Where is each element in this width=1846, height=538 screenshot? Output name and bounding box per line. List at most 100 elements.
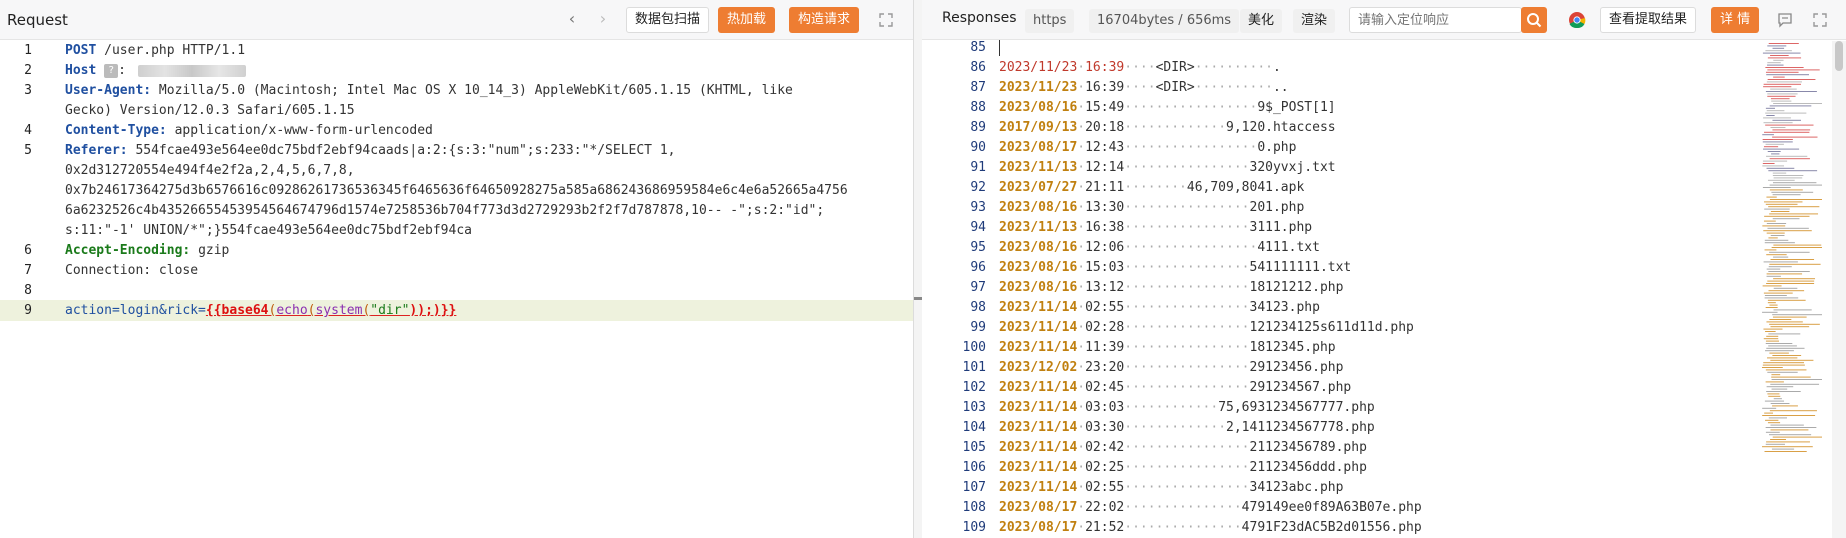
file-date: 2023/11/13 [999, 160, 1078, 175]
hot-load-button[interactable]: 热加载 [718, 7, 776, 33]
file-size: ················21 [1124, 440, 1266, 455]
file-name: 1111111.txt [1265, 260, 1352, 275]
file-date: 2023/11/23 [999, 80, 1078, 95]
file-time: 20:18 [1085, 120, 1125, 135]
file-time: 16:39 [1085, 80, 1125, 95]
file-name: 1234567777.php [1265, 400, 1375, 415]
file-size: ···············479 [1124, 500, 1266, 515]
listing-row: 2023/11/14·02:55················34123abc… [999, 480, 1344, 495]
file-time: 13:30 [1085, 200, 1125, 215]
line-number: 100 [962, 340, 986, 355]
listing-row: 2023/11/14·11:39················1812345.… [999, 340, 1336, 355]
line-number: 8 [24, 283, 32, 298]
line-number: 93 [970, 200, 986, 215]
search-input[interactable] [1350, 8, 1510, 32]
file-name: 121212.php [1265, 280, 1344, 295]
listing-row: 2023/11/13·12:14················320yvxj.… [999, 160, 1336, 175]
file-size: ·················4 [1124, 240, 1266, 255]
forward-arrow-icon[interactable]: › [594, 10, 612, 30]
search-button[interactable] [1521, 7, 1547, 33]
file-size: ················31 [1124, 220, 1266, 235]
scrollbar[interactable] [1832, 41, 1846, 538]
file-time: 12:43 [1085, 140, 1125, 155]
file-time: 12:06 [1085, 240, 1125, 255]
file-date: 2023/08/16 [999, 100, 1078, 115]
file-size: ···············479 [1124, 520, 1266, 535]
file-date: 2023/08/17 [999, 140, 1078, 155]
file-date: 2023/11/14 [999, 380, 1078, 395]
file-name: 111.txt [1265, 240, 1320, 255]
line-number: 2 [24, 63, 32, 78]
file-size: ················21 [1124, 460, 1266, 475]
user-agent-header-cont: Gecko) Version/12.0.3 Safari/605.1.15 [65, 103, 355, 118]
file-name: 0yvxj.txt [1265, 160, 1336, 175]
line-number: 5 [24, 143, 32, 158]
listing-row: 2023/11/23·16:39····<DIR>··········. [999, 60, 1281, 75]
line-number: 4 [24, 123, 32, 138]
file-size: ················34 [1124, 300, 1266, 315]
scrollbar-thumb[interactable] [1835, 41, 1843, 71]
file-date: 2023/11/14 [999, 340, 1078, 355]
file-date: 2023/12/02 [999, 360, 1078, 375]
line-number: 7 [24, 263, 32, 278]
listing-row: 2023/11/14·02:28················12123412… [999, 320, 1414, 335]
file-size: ················18 [1124, 280, 1266, 295]
listing-row: 2023/08/16·12:06·················4111.tx… [999, 240, 1320, 255]
user-agent-header: User-Agent: Mozilla/5.0 (Macintosh; Inte… [65, 83, 793, 98]
line-number: 95 [970, 240, 986, 255]
request-toolbar: Request ‹ › 数据包扫描 热加载 构造请求 [0, 0, 913, 40]
request-editor[interactable]: 1 2 3 4 5 6 7 8 9 POST /user.php HTTP/1.… [0, 41, 913, 538]
line-number: 6 [24, 243, 32, 258]
file-name: 1234125s611d11d.php [1265, 320, 1414, 335]
listing-row: 2023/07/27·21:11········46,709,8041.apk [999, 180, 1305, 195]
line-number: 87 [970, 80, 986, 95]
file-time: 03:30 [1085, 420, 1125, 435]
details-button[interactable]: 详 情 [1711, 7, 1760, 33]
line-number: 106 [962, 460, 986, 475]
file-name: 1.apk [1265, 180, 1305, 195]
file-name: 123456789.php [1265, 440, 1367, 455]
file-size: ·················0 [1124, 140, 1266, 155]
back-arrow-icon[interactable]: ‹ [563, 10, 581, 30]
file-time: 15:03 [1085, 260, 1125, 275]
file-size: ················18 [1124, 340, 1266, 355]
file-time: 02:28 [1085, 320, 1125, 335]
line-number: 94 [970, 220, 986, 235]
listing-row: 2023/08/17·12:43·················0.php [999, 140, 1297, 155]
construct-request-button[interactable]: 构造请求 [789, 7, 860, 33]
file-date: 2023/08/17 [999, 500, 1078, 515]
listing-row: 2023/11/14·02:42················21123456… [999, 440, 1367, 455]
file-date: 2023/11/14 [999, 300, 1078, 315]
referer-header-cont: 0x2d312720554e494f4e2f2a,2,4,5,6,7,8, [65, 163, 355, 178]
file-size: ················34 [1124, 480, 1266, 495]
file-name: 123abc.php [1265, 480, 1344, 495]
line-number: 102 [962, 380, 986, 395]
search-box[interactable] [1349, 7, 1522, 33]
chrome-icon[interactable] [1568, 11, 1586, 29]
response-viewer[interactable]: 85 86 2023/11/23·16:39····<DIR>··········.… [922, 38, 1846, 538]
file-size: ········46,709,804 [1124, 180, 1266, 195]
render-button[interactable]: 渲染 [1293, 9, 1336, 33]
resize-handle[interactable] [914, 0, 922, 538]
packet-scan-button[interactable]: 数据包扫描 [626, 7, 710, 33]
comment-icon[interactable] [1777, 12, 1793, 28]
file-size: ················20 [1124, 200, 1266, 215]
view-extract-results-button[interactable]: 查看提取结果 [1600, 7, 1697, 33]
listing-row [999, 38, 1000, 58]
file-date: 2023/11/14 [999, 400, 1078, 415]
content-type-header: Content-Type: application/x-www-form-url… [65, 123, 433, 138]
size-time-tab: 16704bytes / 656ms [1089, 9, 1240, 33]
line-number: 99 [970, 320, 986, 335]
file-name: 123456.php [1265, 360, 1344, 375]
file-size: ················29 [1124, 380, 1266, 395]
listing-row: 2017/09/13·20:18·············9,120.htacc… [999, 120, 1336, 135]
minimap[interactable] [1762, 41, 1822, 538]
search-icon [1527, 13, 1542, 28]
expand-icon[interactable] [1812, 12, 1828, 28]
listing-row: 2023/11/14·02:45················29123456… [999, 380, 1352, 395]
listing-row: 2023/11/14·03:03············75,693123456… [999, 400, 1375, 415]
expand-icon[interactable] [878, 12, 894, 28]
file-name: .php [1265, 140, 1297, 155]
protocol-tab[interactable]: https [1025, 9, 1075, 33]
beautify-button[interactable]: 美化 [1240, 9, 1283, 33]
